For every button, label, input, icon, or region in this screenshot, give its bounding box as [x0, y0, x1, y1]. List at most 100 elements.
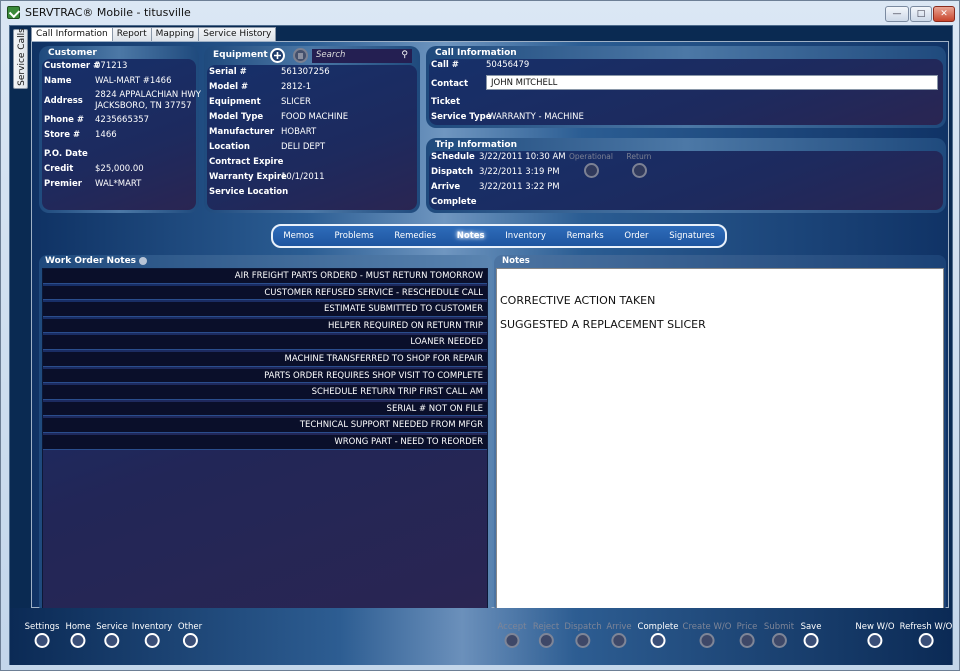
field-label: Service Location [209, 187, 289, 197]
operational-button[interactable]: Operational [566, 152, 616, 178]
search-placeholder: Search [316, 50, 346, 60]
button-label: Reject [532, 622, 560, 632]
minimize-button[interactable]: — [885, 6, 909, 22]
list-item[interactable]: ESTIMATE SUBMITTED TO CUSTOMER [43, 302, 487, 317]
refresh-wo-button[interactable]: Refresh W/O [899, 622, 953, 648]
notes-line: CORRECTIVE ACTION TAKEN [500, 294, 656, 307]
price-icon [739, 633, 755, 648]
dispatch-icon [575, 633, 591, 648]
subnav-remarks[interactable]: Remarks [567, 231, 604, 241]
subnav-signatures[interactable]: Signatures [669, 231, 714, 241]
subnav-remedies[interactable]: Remedies [394, 231, 436, 241]
field-label: Store # [44, 130, 81, 140]
tab-report[interactable]: Report [111, 27, 152, 42]
field-label: Model Type [209, 112, 264, 122]
close-button[interactable]: ✕ [933, 6, 955, 22]
settings-button[interactable]: Settings [25, 622, 59, 648]
list-item[interactable]: SCHEDULE RETURN TRIP FIRST CALL AM [43, 385, 487, 400]
list-item[interactable]: SERIAL # NOT ON FILE [43, 401, 487, 417]
field-label: Name [44, 76, 72, 86]
accept-button[interactable]: Accept [497, 622, 527, 648]
tab-service-history[interactable]: Service History [198, 27, 277, 42]
list-item[interactable]: CUSTOMER REFUSED SERVICE - RESCHEDULE CA… [43, 285, 487, 301]
main-tabs: Call Information Report Mapping Service … [31, 27, 277, 43]
home-button[interactable]: Home [65, 622, 91, 648]
equipment-panel: Equipment Search ⚲ Serial # 561307256 Mode… [204, 46, 420, 213]
call-information-body: Call # 50456479 Contact JOHN MITCHELL Tic… [429, 59, 943, 125]
maximize-button[interactable]: □ [910, 6, 932, 22]
other-icon [182, 633, 198, 648]
call-information-title: Call Information [435, 48, 517, 58]
button-label: Save [800, 622, 822, 632]
list-item[interactable]: WRONG PART - NEED TO REORDER [43, 434, 487, 450]
service-icon [104, 633, 120, 648]
inventory-icon [144, 633, 160, 648]
field-label: Contract Expire [209, 157, 284, 167]
contact-input[interactable]: JOHN MITCHELL [486, 75, 938, 90]
subnav-notes[interactable]: Notes [457, 231, 485, 241]
equipment-panel-body: Serial # 561307256 Model # 2812-1 Equipmen… [207, 65, 417, 210]
inventory-button[interactable]: Inventory [132, 622, 172, 648]
manufacturer-value: HOBART [281, 127, 317, 137]
service-calls-side-tab[interactable]: Service Calls [13, 28, 28, 89]
field-label: Model # [209, 82, 249, 92]
field-label: Service Type [431, 112, 492, 122]
tab-mapping[interactable]: Mapping [150, 27, 200, 42]
info-icon[interactable] [139, 256, 148, 265]
list-item[interactable]: PARTS ORDER REQUIRES SHOP VISIT TO COMPL… [43, 368, 487, 384]
plus-icon [274, 52, 281, 59]
delete-equipment-button[interactable] [293, 48, 308, 63]
field-label: Warranty Expire [209, 172, 287, 182]
arrive-icon [611, 633, 627, 648]
button-label: Create W/O [682, 622, 732, 632]
list-item[interactable]: AIR FREIGHT PARTS ORDERD - MUST RETURN T… [43, 269, 487, 284]
list-item[interactable]: LOANER NEEDED [43, 335, 487, 350]
subnav-memos[interactable]: Memos [283, 231, 313, 241]
complete-button[interactable]: Complete [638, 622, 678, 648]
settings-icon [34, 633, 50, 648]
model-type-value: FOOD MACHINE [281, 112, 349, 122]
equipment-search-input[interactable]: Search ⚲ [312, 49, 412, 63]
button-label: Accept [497, 622, 527, 632]
subnav-problems[interactable]: Problems [335, 231, 374, 241]
dispatch-button[interactable]: Dispatch [564, 622, 602, 648]
list-item[interactable]: MACHINE TRANSFERRED TO SHOP FOR REPAIR [43, 351, 487, 367]
customer-address-line1: 2824 APPALACHIAN HWY [95, 90, 201, 100]
price-button[interactable]: Price [737, 622, 757, 648]
equipment-panel-title: Equipment [213, 50, 268, 60]
list-item[interactable]: TECHNICAL SUPPORT NEEDED FROM MFGR [43, 418, 487, 433]
field-label: Ticket [431, 97, 461, 107]
customer-panel-body: Customer #071213 Name WAL-MART #1466 Addr… [42, 59, 201, 210]
call-information-content: Customer Customer #071213 Name WAL-MART #… [31, 41, 949, 613]
app-window: SERVTRAC® Mobile - titusville — □ ✕ Serv… [0, 0, 960, 671]
save-button[interactable]: Save [800, 622, 822, 648]
field-label: P.O. Date [44, 149, 88, 159]
button-label: New W/O [855, 622, 895, 632]
list-item[interactable]: HELPER REQUIRED ON RETURN TRIP [43, 318, 487, 334]
button-label: Refresh W/O [899, 622, 953, 632]
field-label: Credit [44, 164, 74, 174]
reject-button[interactable]: Reject [533, 622, 559, 648]
button-label: Home [65, 622, 91, 632]
add-equipment-button[interactable] [270, 48, 285, 63]
field-label: Call # [431, 60, 459, 70]
service-button[interactable]: Service [96, 622, 128, 648]
trip-information-body: Schedule 3/22/2011 10:30 AM Dispatch 3/22/… [429, 151, 943, 210]
customer-name-value: WAL-MART #1466 [95, 76, 172, 86]
return-icon [631, 163, 647, 178]
trash-icon [298, 53, 303, 59]
new-wo-button[interactable]: New W/O [855, 622, 895, 648]
other-button[interactable]: Other [178, 622, 202, 648]
search-icon[interactable]: ⚲ [401, 50, 408, 60]
submit-button[interactable]: Submit [764, 622, 794, 648]
arrive-button[interactable]: Arrive [606, 622, 632, 648]
field-label: Phone # [44, 115, 85, 125]
customer-panel-title: Customer [48, 48, 97, 58]
customer-store-value: 1466 [95, 130, 117, 140]
create-wo-button[interactable]: Create W/O [682, 622, 732, 648]
subnav-order[interactable]: Order [624, 231, 648, 241]
arrive-value: 3/22/2011 3:22 PM [479, 182, 560, 192]
subnav-inventory[interactable]: Inventory [505, 231, 546, 241]
return-button[interactable]: Return [614, 152, 664, 178]
notes-textarea[interactable]: CORRECTIVE ACTION TAKEN SUGGESTED A REPL… [496, 268, 944, 613]
